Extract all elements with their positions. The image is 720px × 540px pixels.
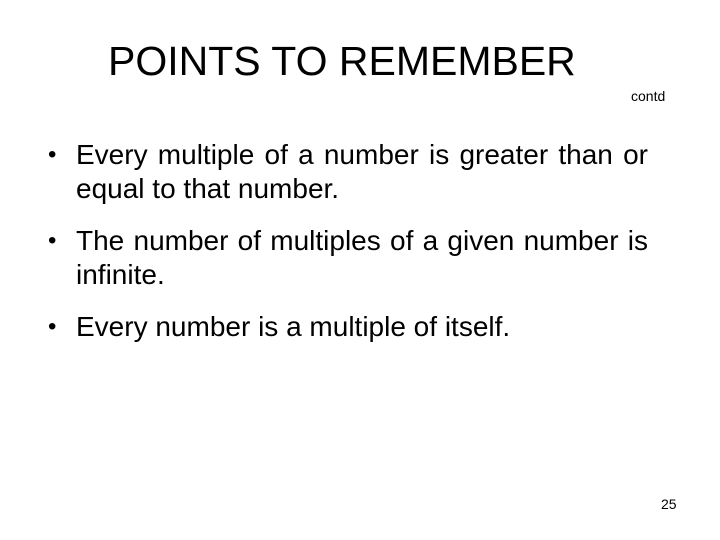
slide-title: POINTS TO REMEMBER: [108, 38, 576, 84]
bullet-icon: •: [48, 313, 57, 340]
bullet-list: • Every multiple of a number is greater …: [48, 138, 648, 362]
bullet-item: • Every multiple of a number is greater …: [48, 138, 648, 206]
bullet-icon: •: [48, 141, 57, 168]
bullet-text: Every multiple of a number is greater th…: [76, 139, 648, 204]
bullet-item: • The number of multiples of a given num…: [48, 224, 648, 292]
bullet-item: • Every number is a multiple of itself.: [48, 310, 648, 344]
bullet-icon: •: [48, 227, 57, 254]
bullet-text: Every number is a multiple of itself.: [76, 311, 511, 342]
page-number: 25: [661, 496, 677, 512]
bullet-text: The number of multiples of a given numbe…: [76, 225, 648, 290]
continued-note: contd: [631, 88, 666, 104]
